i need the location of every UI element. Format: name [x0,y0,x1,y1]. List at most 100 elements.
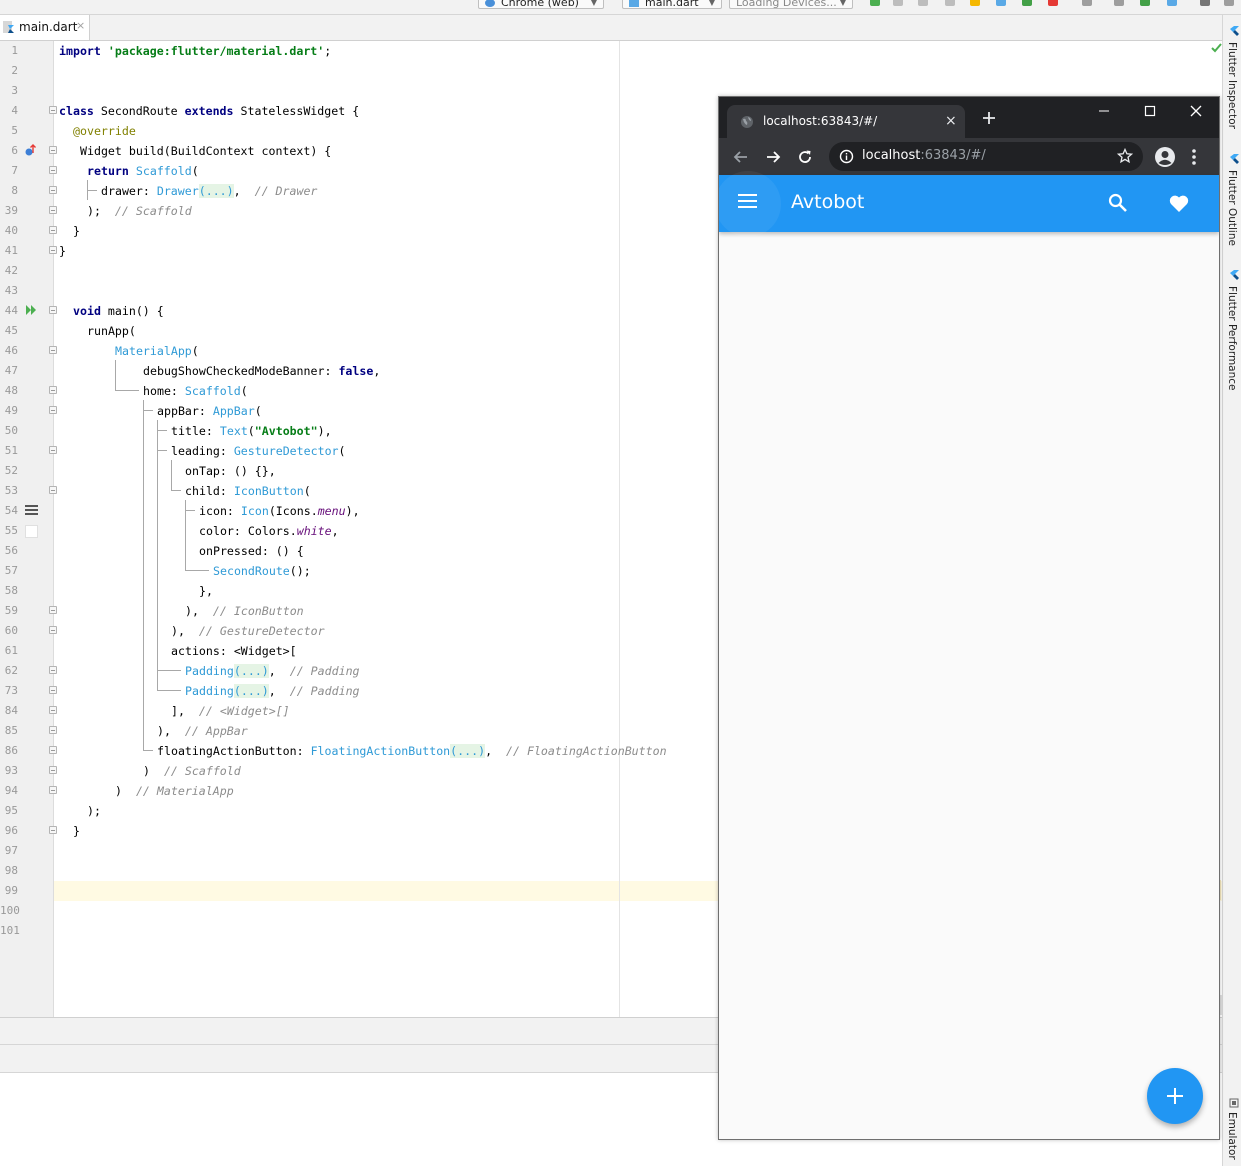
override-marker-icon[interactable] [24,144,38,158]
fold-marker[interactable] [49,246,57,254]
fold-marker[interactable] [49,226,57,234]
fold-marker[interactable] [49,766,57,774]
fold-marker[interactable] [49,186,57,194]
fold-marker[interactable] [49,606,57,614]
tool-flutter-outline[interactable]: Flutter Outline [1226,170,1238,246]
line-number: 94 [4,784,18,797]
code-line: ), // GestureDetector [171,624,325,638]
heart-icon[interactable] [1169,194,1189,213]
run-icon[interactable] [870,0,880,6]
fold-marker[interactable] [49,166,57,174]
code-line: Widget build(BuildContext context) { [80,144,332,158]
widget-guide-line [143,400,144,751]
reload-icon[interactable] [796,148,814,166]
hot-restart-icon[interactable] [996,0,1006,6]
profile-run-icon[interactable] [918,0,928,6]
fold-marker[interactable] [49,386,57,394]
maximize-icon[interactable] [1142,103,1158,119]
devices-loading-selector[interactable]: Loading Devices... ▼ [729,0,853,9]
forward-arrow-icon[interactable] [764,148,782,166]
flutter-tools-icon[interactable] [1022,0,1032,6]
run-config-selector[interactable]: main.dart ▼ [622,0,722,9]
browser-tab[interactable]: localhost:63843/#/ × [727,105,965,138]
close-tab-icon[interactable]: × [76,19,85,32]
menu-icon[interactable] [738,194,757,208]
fold-marker[interactable] [49,206,57,214]
close-tab-icon[interactable]: × [945,113,957,129]
widget-guide-line [157,430,167,431]
fold-marker[interactable] [49,306,57,314]
profile-avatar-icon[interactable] [1224,0,1234,6]
code-line: onPressed: () { [199,544,304,558]
line-number: 86 [4,744,18,757]
editor-tab-main-dart[interactable]: main.dart × [0,15,90,40]
line-number: 53 [4,484,18,497]
stop-icon[interactable] [1048,0,1058,6]
line-number: 40 [4,224,18,237]
hot-reload-icon[interactable] [970,0,980,6]
fold-marker[interactable] [49,346,57,354]
search-everywhere-icon[interactable] [1200,0,1210,6]
device-selector-label: Chrome (web) [501,0,579,9]
tool-flutter-inspector[interactable]: Flutter Inspector [1226,42,1238,129]
line-number: 49 [4,404,18,417]
avd-manager-icon[interactable] [1114,0,1124,6]
devices-loading-label: Loading Devices... [736,0,837,9]
star-icon[interactable] [1117,148,1133,164]
fold-marker[interactable] [49,826,57,834]
flutter-config-icon [629,0,639,7]
fold-marker[interactable] [49,406,57,414]
back-arrow-icon[interactable] [732,148,750,166]
search-icon[interactable] [1108,193,1128,213]
fold-marker[interactable] [49,666,57,674]
close-icon[interactable] [1188,103,1204,119]
line-number: 2 [11,64,18,77]
more-vert-icon[interactable] [1191,148,1197,166]
devices-icon[interactable] [1167,0,1177,6]
tool-emulator[interactable]: Emulator [1226,1112,1238,1160]
run-gutter-icon[interactable] [25,304,37,316]
emulator-icon [1229,1098,1239,1108]
fold-marker[interactable] [49,446,57,454]
line-number: 54 [4,504,18,517]
line-number: 93 [4,764,18,777]
fold-marker[interactable] [49,146,57,154]
url-host: localhost [862,148,921,163]
fold-marker[interactable] [49,626,57,634]
minimize-icon[interactable] [1096,103,1112,119]
debug-icon[interactable] [893,0,903,6]
check-icon[interactable] [1211,43,1222,53]
profile-icon[interactable] [1154,146,1176,168]
code-line: ), // AppBar [157,724,248,738]
browser-title-bar[interactable]: localhost:63843/#/ × [719,97,1219,138]
code-line: leading: GestureDetector( [171,444,346,458]
fold-marker[interactable] [49,486,57,494]
fold-marker[interactable] [49,786,57,794]
line-number: 47 [4,364,18,377]
sync-icon[interactable] [1140,0,1150,6]
info-icon[interactable] [839,149,854,164]
fold-marker[interactable] [49,686,57,694]
line-number: 45 [4,324,18,337]
code-line: home: Scaffold( [143,384,248,398]
line-number: 3 [11,84,18,97]
editor-tab-bar: main.dart × [0,15,1222,41]
sdk-manager-icon[interactable] [1082,0,1092,6]
floating-action-button[interactable] [1147,1068,1203,1124]
fold-marker[interactable] [49,106,57,114]
fold-marker[interactable] [49,706,57,714]
line-number: 57 [4,564,18,577]
line-number: 58 [4,584,18,597]
fold-marker[interactable] [49,746,57,754]
code-line: ) // Scaffold [143,764,241,778]
chevron-down-icon: ▼ [839,0,846,7]
code-line: icon: Icon(Icons.menu), [199,504,360,518]
address-bar[interactable]: localhost:63843/#/ [829,142,1143,171]
new-tab-icon[interactable] [981,110,997,126]
code-line: actions: <Widget>[ [171,644,297,658]
tool-flutter-performance[interactable]: Flutter Performance [1226,286,1238,391]
device-selector[interactable]: Chrome (web) ▼ [478,0,604,9]
attach-icon[interactable] [945,0,955,6]
widget-guide-line [87,190,97,191]
fold-marker[interactable] [49,726,57,734]
